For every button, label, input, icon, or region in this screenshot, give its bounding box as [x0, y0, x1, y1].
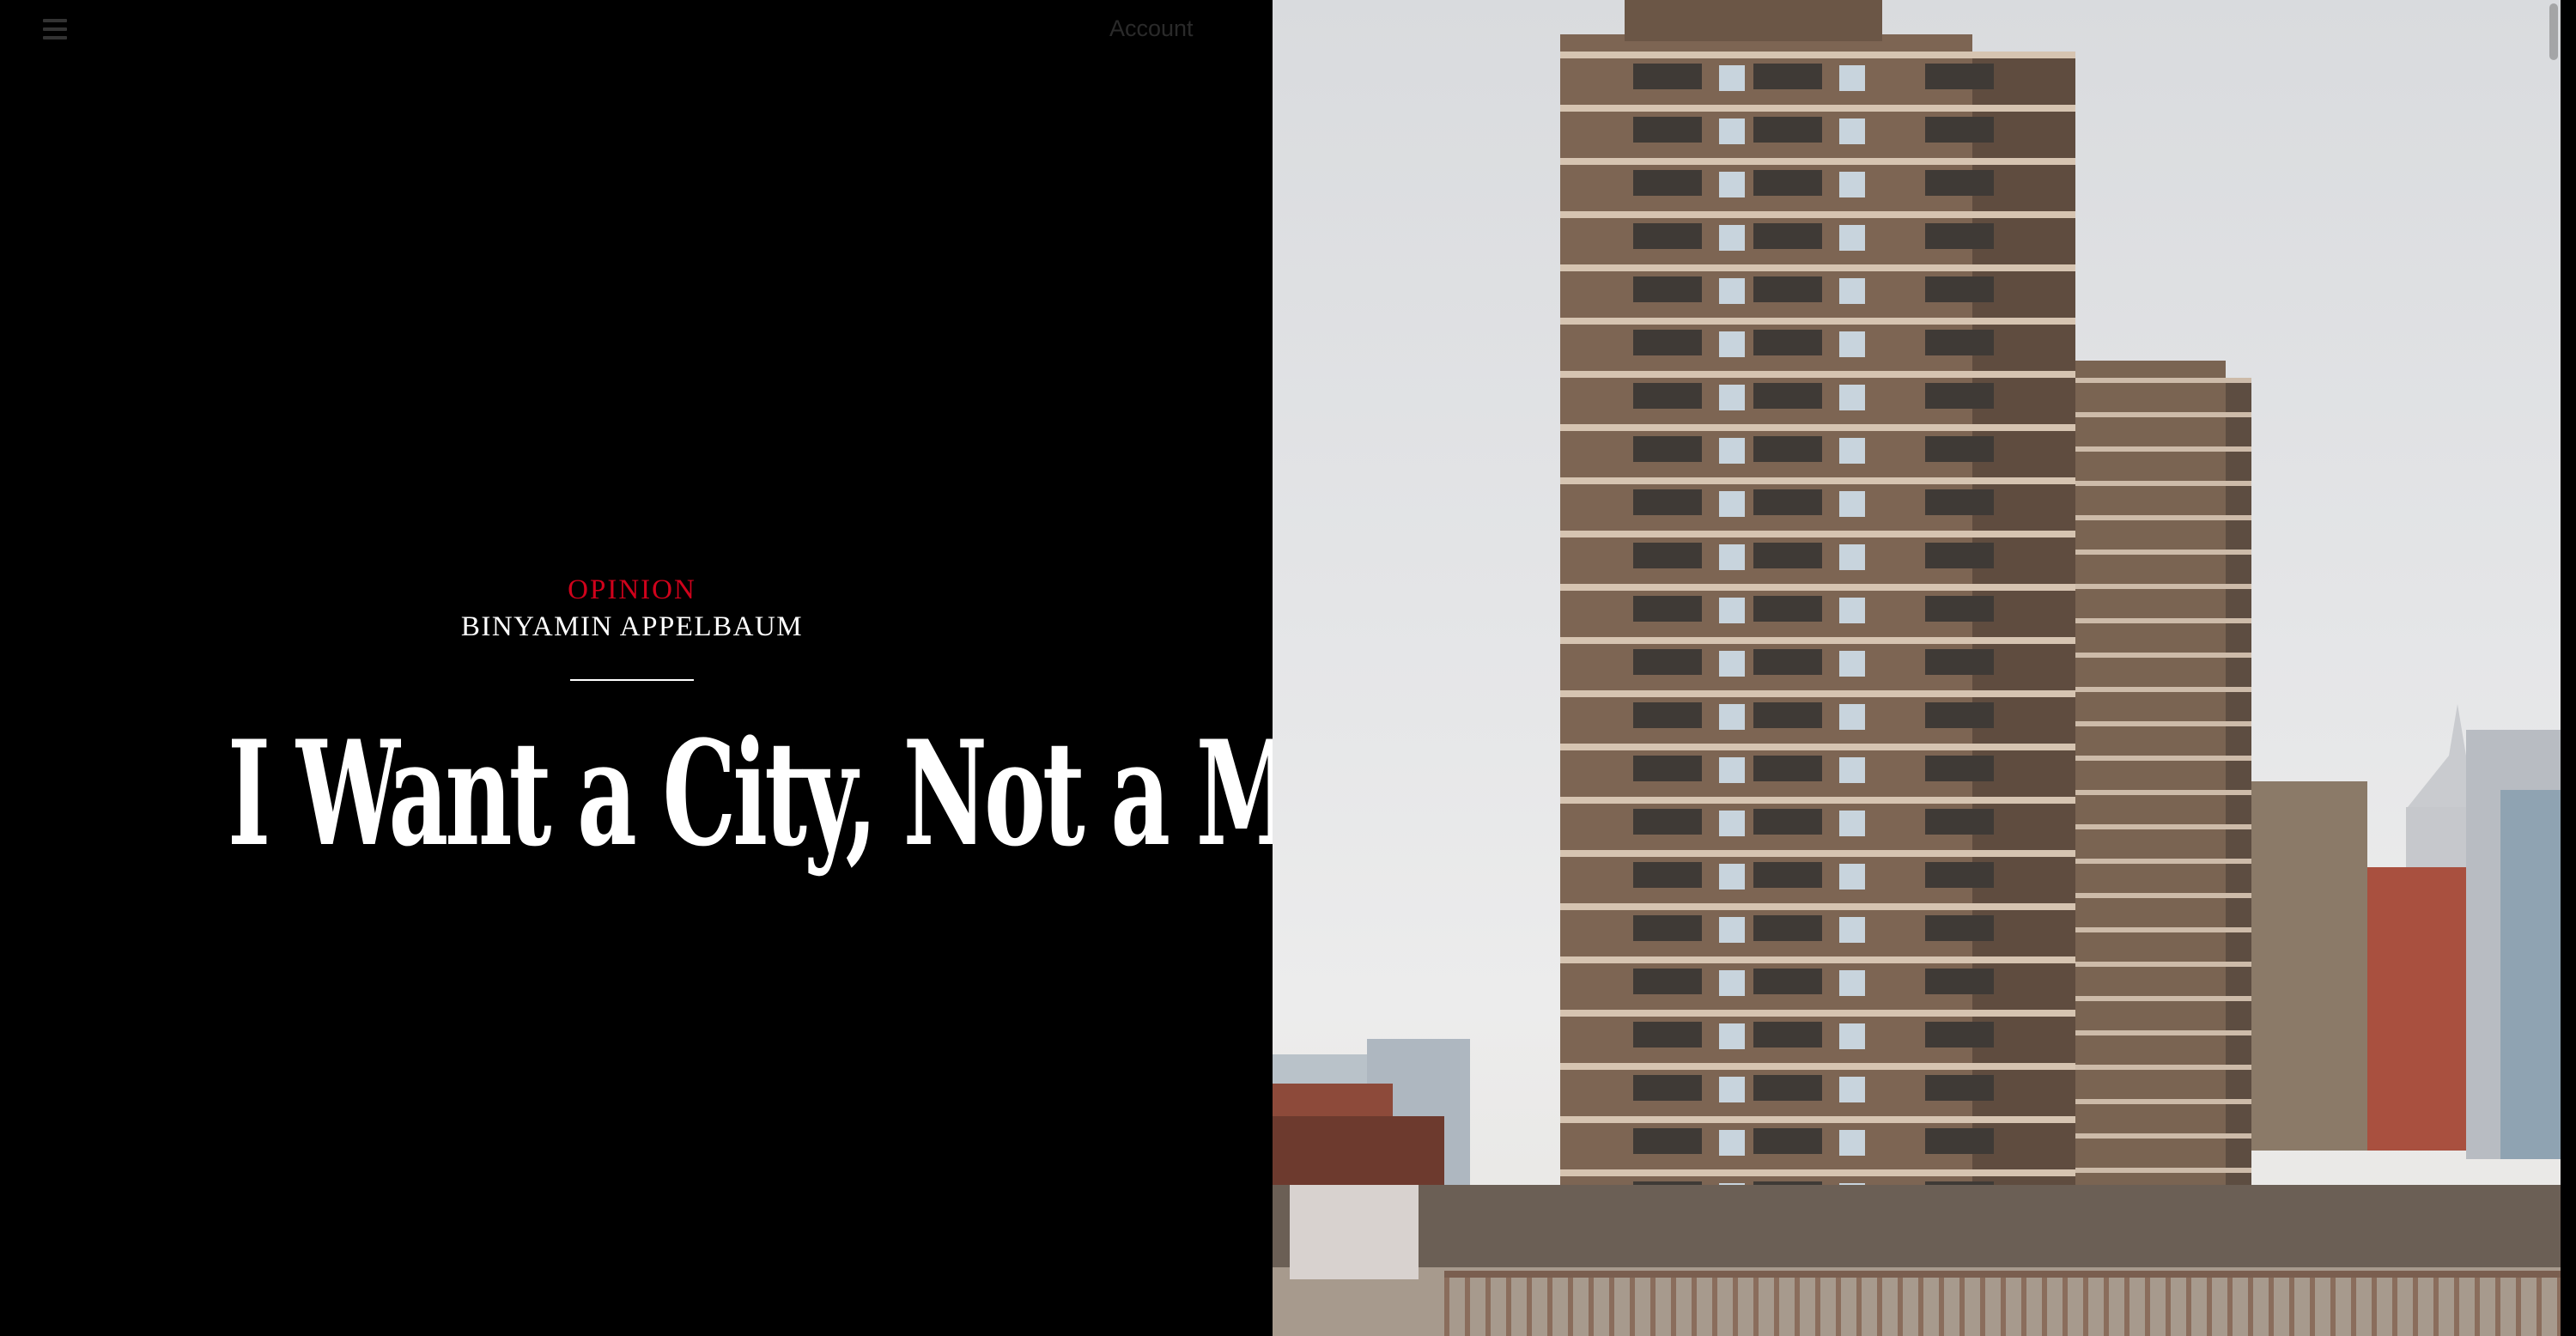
- article-headline: I Want a City, Not a Museum: [227, 708, 1625, 878]
- menu-line: [43, 19, 67, 22]
- hamburger-menu-icon[interactable]: [43, 19, 70, 39]
- brick-residential-towers-photo: [1273, 0, 2561, 1336]
- headline-block: OPINION BINYAMIN APPELBAUM I Want a City…: [0, 572, 1625, 878]
- headline-divider: [570, 679, 694, 681]
- bridge-railing: [1444, 1271, 2561, 1336]
- headline-panel: Account OPINION BINYAMIN APPELBAUM I Wan…: [0, 0, 1625, 1336]
- menu-line: [43, 27, 67, 31]
- account-link[interactable]: Account: [1109, 15, 1194, 42]
- menu-line: [43, 36, 67, 39]
- section-kicker[interactable]: OPINION: [0, 572, 1264, 608]
- author-byline[interactable]: BINYAMIN APPELBAUM: [0, 608, 1264, 646]
- photo-illustration: [1273, 0, 2561, 1336]
- article-page: Account OPINION BINYAMIN APPELBAUM I Wan…: [0, 0, 2576, 1336]
- page-scrollbar[interactable]: [2545, 0, 2561, 1336]
- scrollbar-thumb[interactable]: [2549, 3, 2558, 60]
